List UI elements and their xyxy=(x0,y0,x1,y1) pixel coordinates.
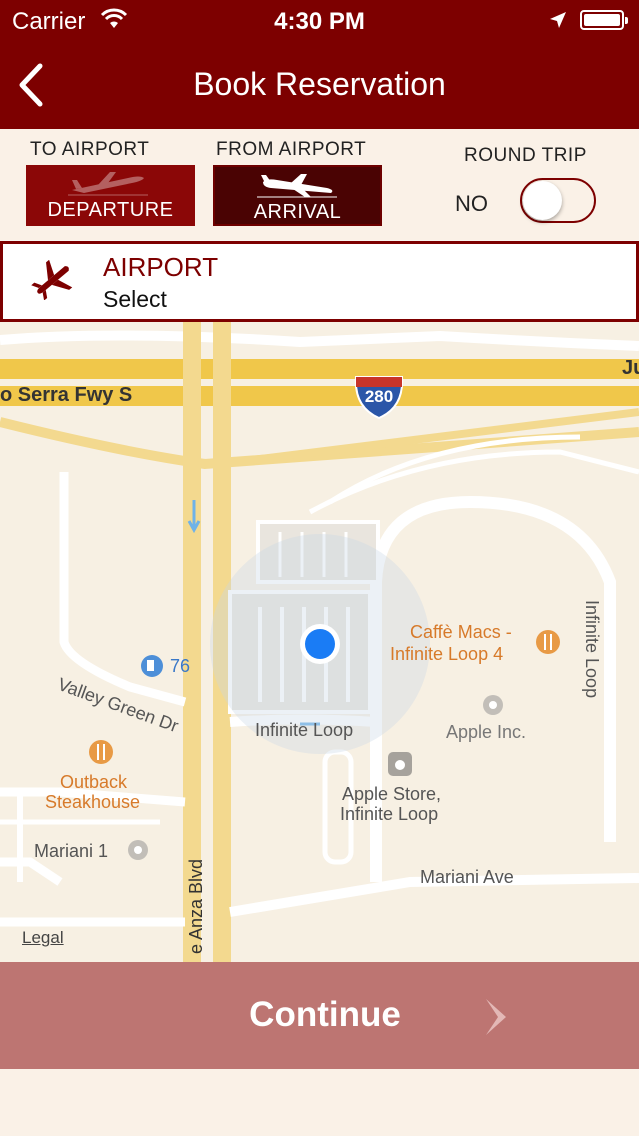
legal-link[interactable]: Legal xyxy=(22,928,64,948)
plane-departure-icon xyxy=(68,172,148,196)
to-airport-label: TO AIRPORT xyxy=(30,139,150,160)
infinite-loop-vertical-label: Infinite Loop xyxy=(582,600,602,699)
map-view[interactable]: o Serra Fwy S Ju 280 76 Valley Green Dr … xyxy=(0,322,639,963)
airport-selector[interactable]: AIRPORT Select xyxy=(0,241,639,322)
outback-label-2: Steakhouse xyxy=(45,792,141,812)
page-title: Book Reservation xyxy=(193,66,446,102)
departure-label: DEPARTURE xyxy=(47,199,174,221)
outback-label: Outback xyxy=(60,772,128,792)
mariani1-label: Mariani 1 xyxy=(34,841,109,861)
battery-icon xyxy=(580,10,628,30)
arrival-button[interactable]: ARRIVAL xyxy=(213,165,382,226)
gas-price: 76 xyxy=(170,656,191,676)
mariani-ave-label: Mariani Ave xyxy=(420,867,514,887)
chevron-right-icon xyxy=(486,999,506,1035)
departure-button[interactable]: DEPARTURE xyxy=(26,165,195,226)
round-trip-label: ROUND TRIP xyxy=(464,145,587,166)
plane-arrival-icon xyxy=(257,174,337,198)
location-arrow-icon xyxy=(550,12,566,28)
footer-area xyxy=(0,1069,639,1136)
trip-options: TO AIRPORT FROM AIRPORT DEPARTURE ARRIVA… xyxy=(0,129,639,240)
continue-button[interactable]: Continue xyxy=(0,962,639,1069)
status-bar: Carrier 4:30 PM xyxy=(0,0,639,42)
highway-shield-label: 280 xyxy=(364,387,394,406)
freeway-label-right: Ju xyxy=(622,357,639,379)
toggle-knob xyxy=(523,181,562,220)
apple-store-label-2: Infinite Loop xyxy=(340,804,439,824)
continue-label: Continue xyxy=(249,995,401,1034)
apple-store-label: Apple Store, xyxy=(342,784,442,804)
infinite-loop-road-label: Infinite Loop xyxy=(255,720,354,740)
airport-label: AIRPORT xyxy=(103,252,219,282)
nav-bar: Book Reservation xyxy=(0,42,639,129)
arrival-label: ARRIVAL xyxy=(253,201,342,223)
map-roads xyxy=(0,322,639,963)
round-trip-value: NO xyxy=(455,191,488,216)
from-airport-label: FROM AIRPORT xyxy=(216,139,367,160)
round-trip-toggle[interactable] xyxy=(520,178,596,223)
apple-inc-label: Apple Inc. xyxy=(446,722,527,742)
de-anza-blvd-label: e Anza Blvd xyxy=(186,858,206,954)
airport-value: Select xyxy=(103,286,167,312)
airplane-icon xyxy=(31,260,73,300)
cafe-macs-label: Caffè Macs - xyxy=(410,622,512,642)
clock: 4:30 PM xyxy=(274,8,365,35)
cafe-macs-label-2: Infinite Loop 4 xyxy=(390,644,504,664)
freeway-label: o Serra Fwy S xyxy=(0,384,133,406)
